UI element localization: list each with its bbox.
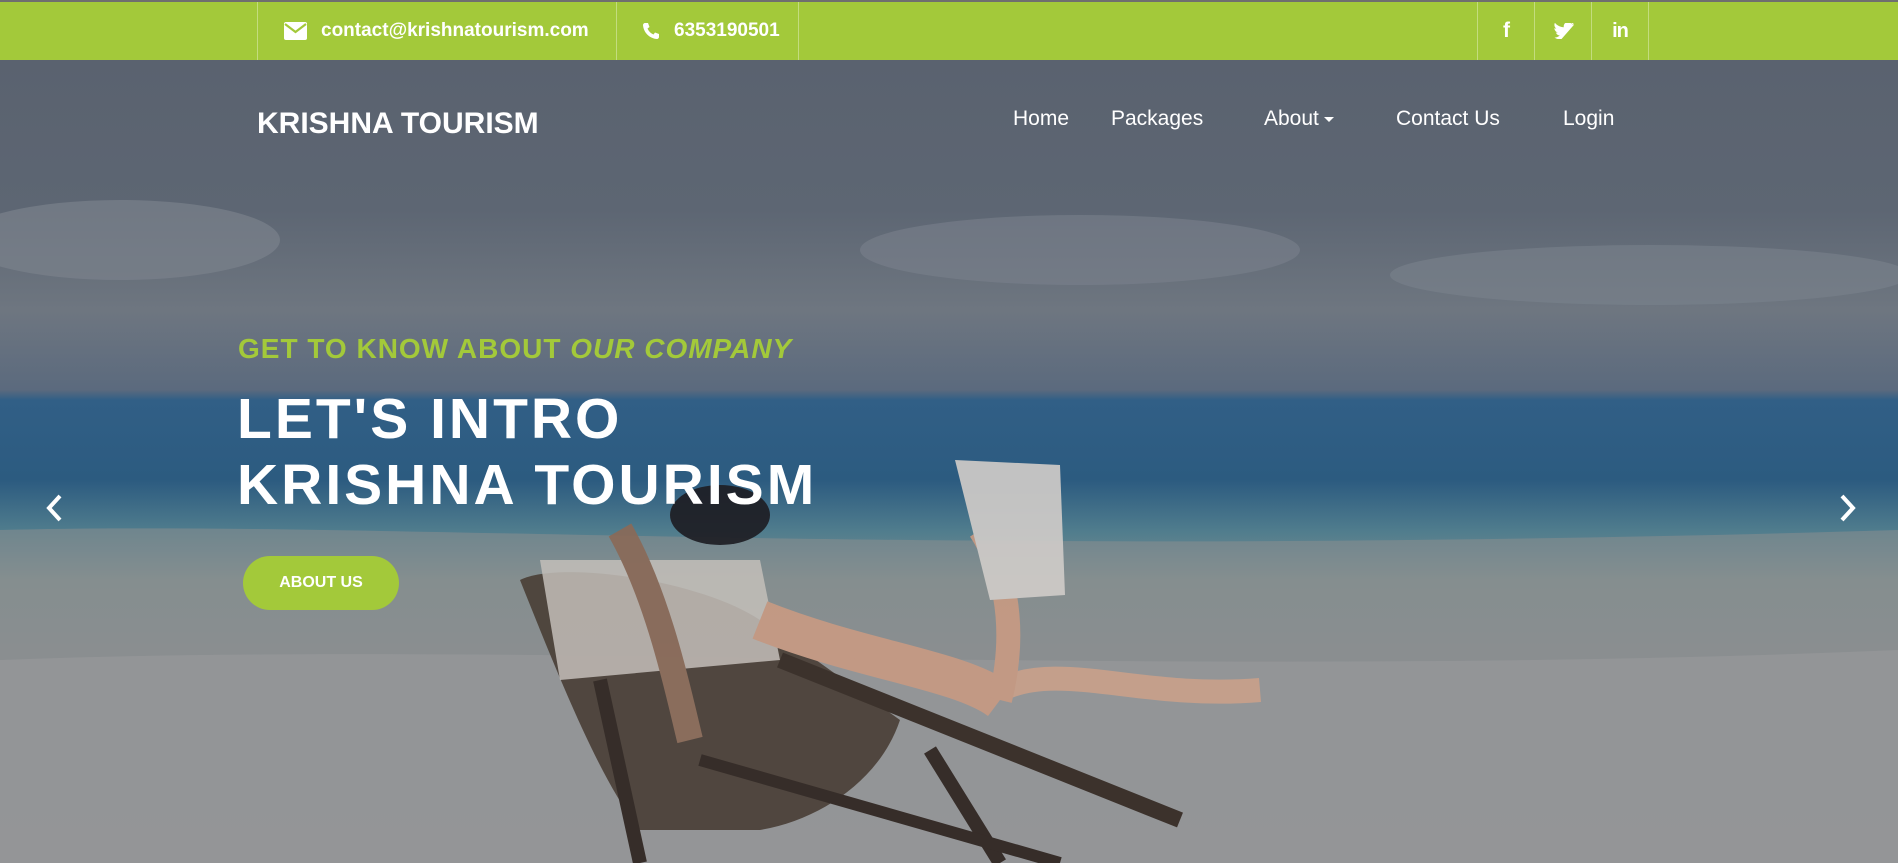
- linkedin-icon: in: [1612, 19, 1629, 42]
- chevron-right-icon: [1840, 494, 1856, 522]
- headline-line-2: KRISHNA TOURISM: [237, 453, 818, 517]
- phone-icon: [643, 23, 659, 39]
- email-contact[interactable]: contact@krishnatourism.com: [257, 2, 617, 60]
- twitter-link[interactable]: [1534, 2, 1592, 60]
- nav-packages[interactable]: Packages: [1111, 107, 1203, 131]
- caret-down-icon: [1323, 116, 1334, 122]
- phone-text: 6353190501: [674, 20, 780, 41]
- hero-headline: LET'S INTRO KRISHNA TOURISM: [237, 386, 817, 518]
- email-text: contact@krishnatourism.com: [321, 20, 589, 41]
- carousel-prev-button[interactable]: [40, 490, 70, 526]
- facebook-link[interactable]: f: [1477, 2, 1535, 60]
- nav-home[interactable]: Home: [1013, 107, 1069, 131]
- nav-about-dropdown[interactable]: About: [1264, 107, 1334, 131]
- chevron-left-icon: [46, 494, 62, 522]
- hero-eyebrow: GET TO KNOW ABOUT OUR COMPANY: [238, 333, 792, 365]
- phone-contact[interactable]: 6353190501: [616, 2, 799, 60]
- nav-contact[interactable]: Contact Us: [1396, 107, 1500, 131]
- eyebrow-prefix: GET TO KNOW ABOUT: [238, 333, 571, 364]
- linkedin-link[interactable]: in: [1591, 2, 1649, 60]
- nav-login[interactable]: Login: [1563, 107, 1614, 131]
- carousel-next-button[interactable]: [1832, 490, 1862, 526]
- top-contact-bar: contact@krishnatourism.com 6353190501 f …: [0, 0, 1898, 60]
- about-us-button[interactable]: ABOUT US: [243, 556, 399, 610]
- site-logo[interactable]: KRISHNA TOURISM: [257, 107, 539, 141]
- facebook-icon: f: [1503, 19, 1510, 42]
- eyebrow-emphasis: OUR COMPANY: [570, 333, 793, 364]
- nav-about-label: About: [1264, 107, 1319, 130]
- headline-line-1: LET'S INTRO: [237, 387, 623, 451]
- envelope-icon: [284, 22, 307, 40]
- twitter-icon: [1553, 23, 1574, 39]
